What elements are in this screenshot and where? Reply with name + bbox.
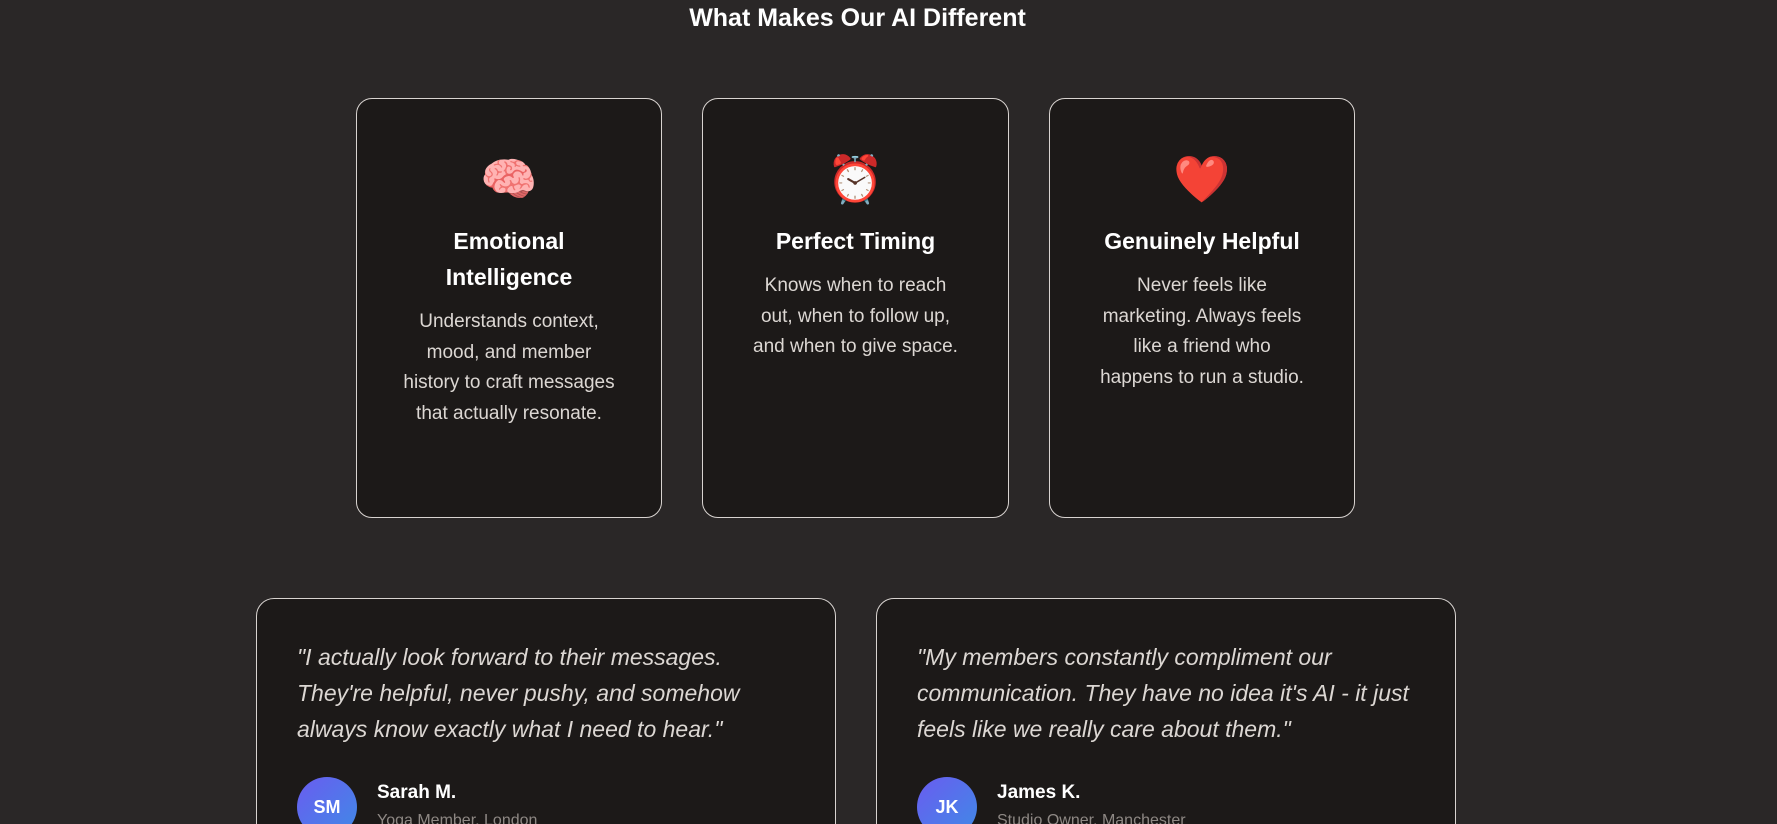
author-role: Yoga Member, London [377, 812, 538, 824]
feature-title: Emotional Intelligence [445, 228, 573, 290]
feature-description: Never feels like marketing. Always feels… [1100, 275, 1304, 388]
feature-card-genuinely-helpful: ❤️ Genuinely Helpful Never feels like ma… [1049, 98, 1355, 518]
feature-card-perfect-timing: ⏰ Perfect Timing Knows when to reach out… [702, 98, 1009, 518]
feature-card-emotional-intelligence: 🧠 Emotional Intelligence Understands con… [356, 98, 662, 518]
alarm-clock-icon: ⏰ [826, 153, 885, 205]
section-title: What Makes Our AI Different [689, 4, 1026, 32]
page: What Makes Our AI Different 🧠 Emotional … [0, 0, 1777, 824]
testimonial-quote: "My members constantly compliment our co… [917, 644, 1409, 742]
testimonial-card-james: "My members constantly compliment our co… [876, 598, 1456, 824]
author-name: James K. [997, 782, 1081, 803]
avatar: JK [917, 777, 977, 824]
feature-title: Genuinely Helpful [1104, 228, 1300, 254]
feature-title: Perfect Timing [775, 228, 936, 254]
testimonial-quote: "I actually look forward to their messag… [297, 644, 740, 742]
brain-icon: 🧠 [480, 153, 538, 205]
author-role: Studio Owner, Manchester [997, 812, 1186, 824]
avatar: SM [297, 777, 357, 824]
testimonial-card-sarah: "I actually look forward to their messag… [256, 598, 836, 824]
feature-description: Knows when to reach out, when to follow … [753, 275, 958, 357]
author-name: Sarah M. [377, 782, 457, 803]
testimonial-author: SM Sarah M. Yoga Member, London [297, 777, 537, 824]
author-info: Sarah M. Yoga Member, London [377, 777, 537, 824]
feature-description: Understands context, mood, and member hi… [403, 311, 615, 424]
author-info: James K. Studio Owner, Manchester [997, 777, 1186, 824]
testimonial-author: JK James K. Studio Owner, Manchester [917, 777, 1186, 824]
heart-icon: ❤️ [1173, 153, 1231, 205]
